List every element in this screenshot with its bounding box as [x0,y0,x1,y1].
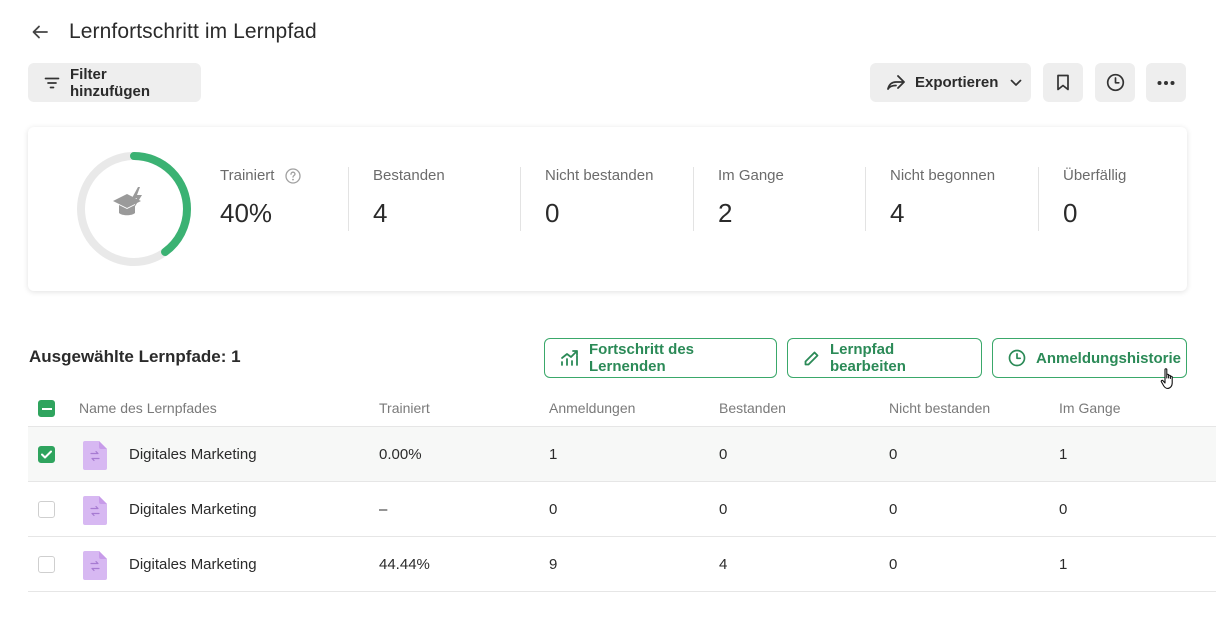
stat-value: 0 [1063,198,1078,228]
path-name[interactable]: Digitales Marketing [129,482,257,537]
column-header-im-gange[interactable]: Im Gange [1059,400,1120,416]
edit-learning-path-label: Lernpfad bearbeiten [830,341,906,375]
cell-trainiert: – [379,501,388,518]
clock-icon [1106,73,1124,92]
add-filter-label: Filter hinzufügen [70,65,150,100]
learning-path-file-icon [83,551,107,580]
table-row[interactable]: Digitales Marketing 44.44% 9 4 0 1 [28,537,1216,592]
stat-ueberfaellig: Überfällig 0 [1063,167,1126,233]
cell-nicht-bestanden: 0 [889,501,898,518]
cell-trainiert: 44.44% [379,556,430,573]
learning-path-file-icon [83,441,107,470]
stat-label: Im Gange [718,167,784,184]
stat-label: Überfällig [1063,167,1127,184]
select-all-checkbox[interactable] [38,400,55,417]
page-header: Lernfortschritt im Lernpfad [28,18,317,46]
path-name[interactable]: Digitales Marketing [129,427,257,482]
arrow-left-icon [32,25,48,39]
bookmark-button[interactable] [1043,63,1083,102]
divider [520,167,521,231]
stat-value: 4 [890,198,905,228]
divider [1038,167,1039,231]
stat-value: 0 [545,198,560,228]
stat-bestanden: Bestanden 4 [373,167,445,233]
divider [348,167,349,231]
divider [693,167,694,231]
column-header-nicht-bestanden[interactable]: Nicht bestanden [889,400,990,416]
cell-bestanden: 4 [719,556,728,573]
stat-value: 40% [220,198,273,228]
history-button[interactable] [1095,63,1135,102]
more-options-button[interactable] [1146,63,1186,102]
learning-paths-table: Name des Lernpfades Trainiert Anmeldunge… [28,390,1216,592]
row-checkbox[interactable] [38,446,55,463]
cell-nicht-bestanden: 0 [889,446,898,463]
stat-trainiert: Trainiert 40% [220,167,302,233]
row-checkbox[interactable] [38,501,55,518]
cell-anmeldungen: 0 [549,501,558,518]
table-row[interactable]: Digitales Marketing – 0 0 0 0 [28,482,1216,537]
selected-count-title: Ausgewählte Lernpfade: 1 [29,347,241,366]
column-header-trainiert[interactable]: Trainiert [379,400,430,416]
add-filter-button[interactable]: Filter hinzufügen [28,63,201,102]
chevron-down-icon [1010,79,1022,87]
export-label: Exportieren [915,74,999,91]
cell-nicht-bestanden: 0 [889,556,898,573]
edit-learning-path-button[interactable]: Lernpfad bearbeiten [787,338,982,378]
stat-im-gange: Im Gange 2 [718,167,784,233]
stat-value: 2 [718,198,733,228]
stat-label: Bestanden [373,167,445,184]
enrollment-history-button[interactable]: Anmeldungshistorie [992,338,1187,378]
more-dots-icon [1157,80,1175,85]
stat-label: Nicht begonnen [890,167,996,184]
graduation-cap-icon [113,187,142,216]
hand-cursor-icon [1160,368,1173,390]
learning-path-file-icon [83,496,107,525]
enrollment-history-label: Anmeldungshistorie [1036,349,1182,367]
cell-im-gange: 1 [1059,556,1068,573]
share-arrow-icon [886,74,906,92]
column-header-anmeldungen[interactable]: Anmeldungen [549,400,635,416]
pencil-icon [803,350,820,367]
clock-icon [1008,349,1026,367]
stat-label: Trainiert [220,167,275,184]
stat-nicht-bestanden: Nicht bestanden 0 [545,167,653,233]
stats-card: Trainiert 40% Bestanden 4 Nicht bestande… [28,127,1187,291]
divider [865,167,866,231]
cell-anmeldungen: 9 [549,556,558,573]
filter-icon [44,75,60,91]
learner-progress-label: Fortschritt des Lernenden [589,341,695,375]
export-button[interactable]: Exportieren [870,63,1031,102]
progress-ring [77,152,191,266]
back-button[interactable] [28,20,52,44]
page-title: Lernfortschritt im Lernpfad [69,20,317,43]
bookmark-icon [1057,74,1069,91]
column-header-bestanden[interactable]: Bestanden [719,400,786,416]
path-name[interactable]: Digitales Marketing [129,537,257,592]
stat-label: Nicht bestanden [545,167,654,184]
learner-progress-button[interactable]: Fortschritt des Lernenden [544,338,777,378]
stat-value: 4 [373,198,388,228]
table-header: Name des Lernpfades Trainiert Anmeldunge… [28,390,1216,427]
table-row[interactable]: Digitales Marketing 0.00% 1 0 0 1 [28,427,1216,482]
checkmark-icon [41,450,52,459]
cell-im-gange: 1 [1059,446,1068,463]
cell-bestanden: 0 [719,446,728,463]
cell-trainiert: 0.00% [379,446,422,463]
help-icon[interactable] [285,167,302,184]
stat-nicht-begonnen: Nicht begonnen 4 [890,167,995,233]
minus-icon [41,407,52,410]
column-header-name[interactable]: Name des Lernpfades [79,400,217,416]
cell-anmeldungen: 1 [549,446,558,463]
cell-im-gange: 0 [1059,501,1068,518]
chart-growth-icon [560,349,579,367]
cell-bestanden: 0 [719,501,728,518]
row-checkbox[interactable] [38,556,55,573]
